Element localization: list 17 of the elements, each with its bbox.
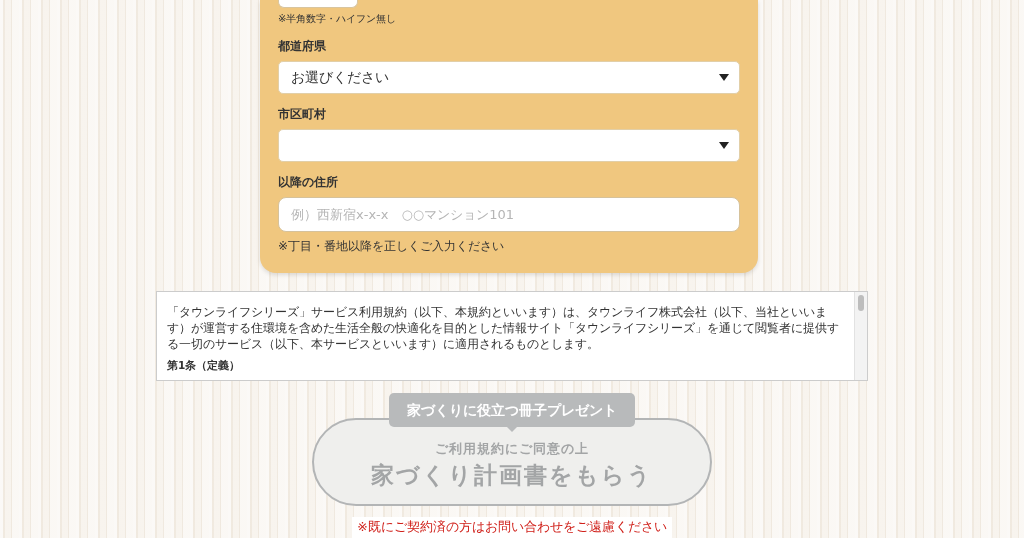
terms-paragraph: 「タウンライフシリーズ」サービス利用規約（以下、本規約といいます）は、タウンライフ株式会社（以下、当社といいます）が運営する住環境を含めた生活全般の快適化を目的とした情報サイト「タウンライフシリーズ」を通じて閲覧者に提供する一切のサービス（以下、本サービスといいます）に適用されるものとします。 [167, 304, 840, 352]
caret-icon [719, 142, 729, 149]
scrollbar-thumb[interactable] [858, 295, 864, 311]
field-label: 以降の住所 [278, 174, 339, 191]
present-badge: 家づくりに役立つ冊子プレゼント [389, 393, 635, 427]
input-field[interactable]: 例）西新宿x-x-x ○○マンション101 [278, 197, 740, 232]
input-field[interactable] [278, 0, 358, 8]
field-label: 都道府県 [278, 38, 327, 55]
field-hint: ※半角数字・ハイフン無し [278, 12, 398, 26]
terms-heading: 第1条（定義） [167, 359, 242, 373]
scrollbar[interactable] [854, 292, 867, 380]
notice-text: ※既にご契約済の方はお問い合わせをご遠慮ください [352, 517, 672, 538]
field-hint: ※丁目・番地以降を正しくご入力ください [278, 238, 506, 255]
select-field[interactable]: お選びください [278, 61, 740, 94]
field-label: 市区町村 [278, 106, 327, 123]
select-field[interactable] [278, 129, 740, 162]
caret-icon [719, 74, 729, 81]
